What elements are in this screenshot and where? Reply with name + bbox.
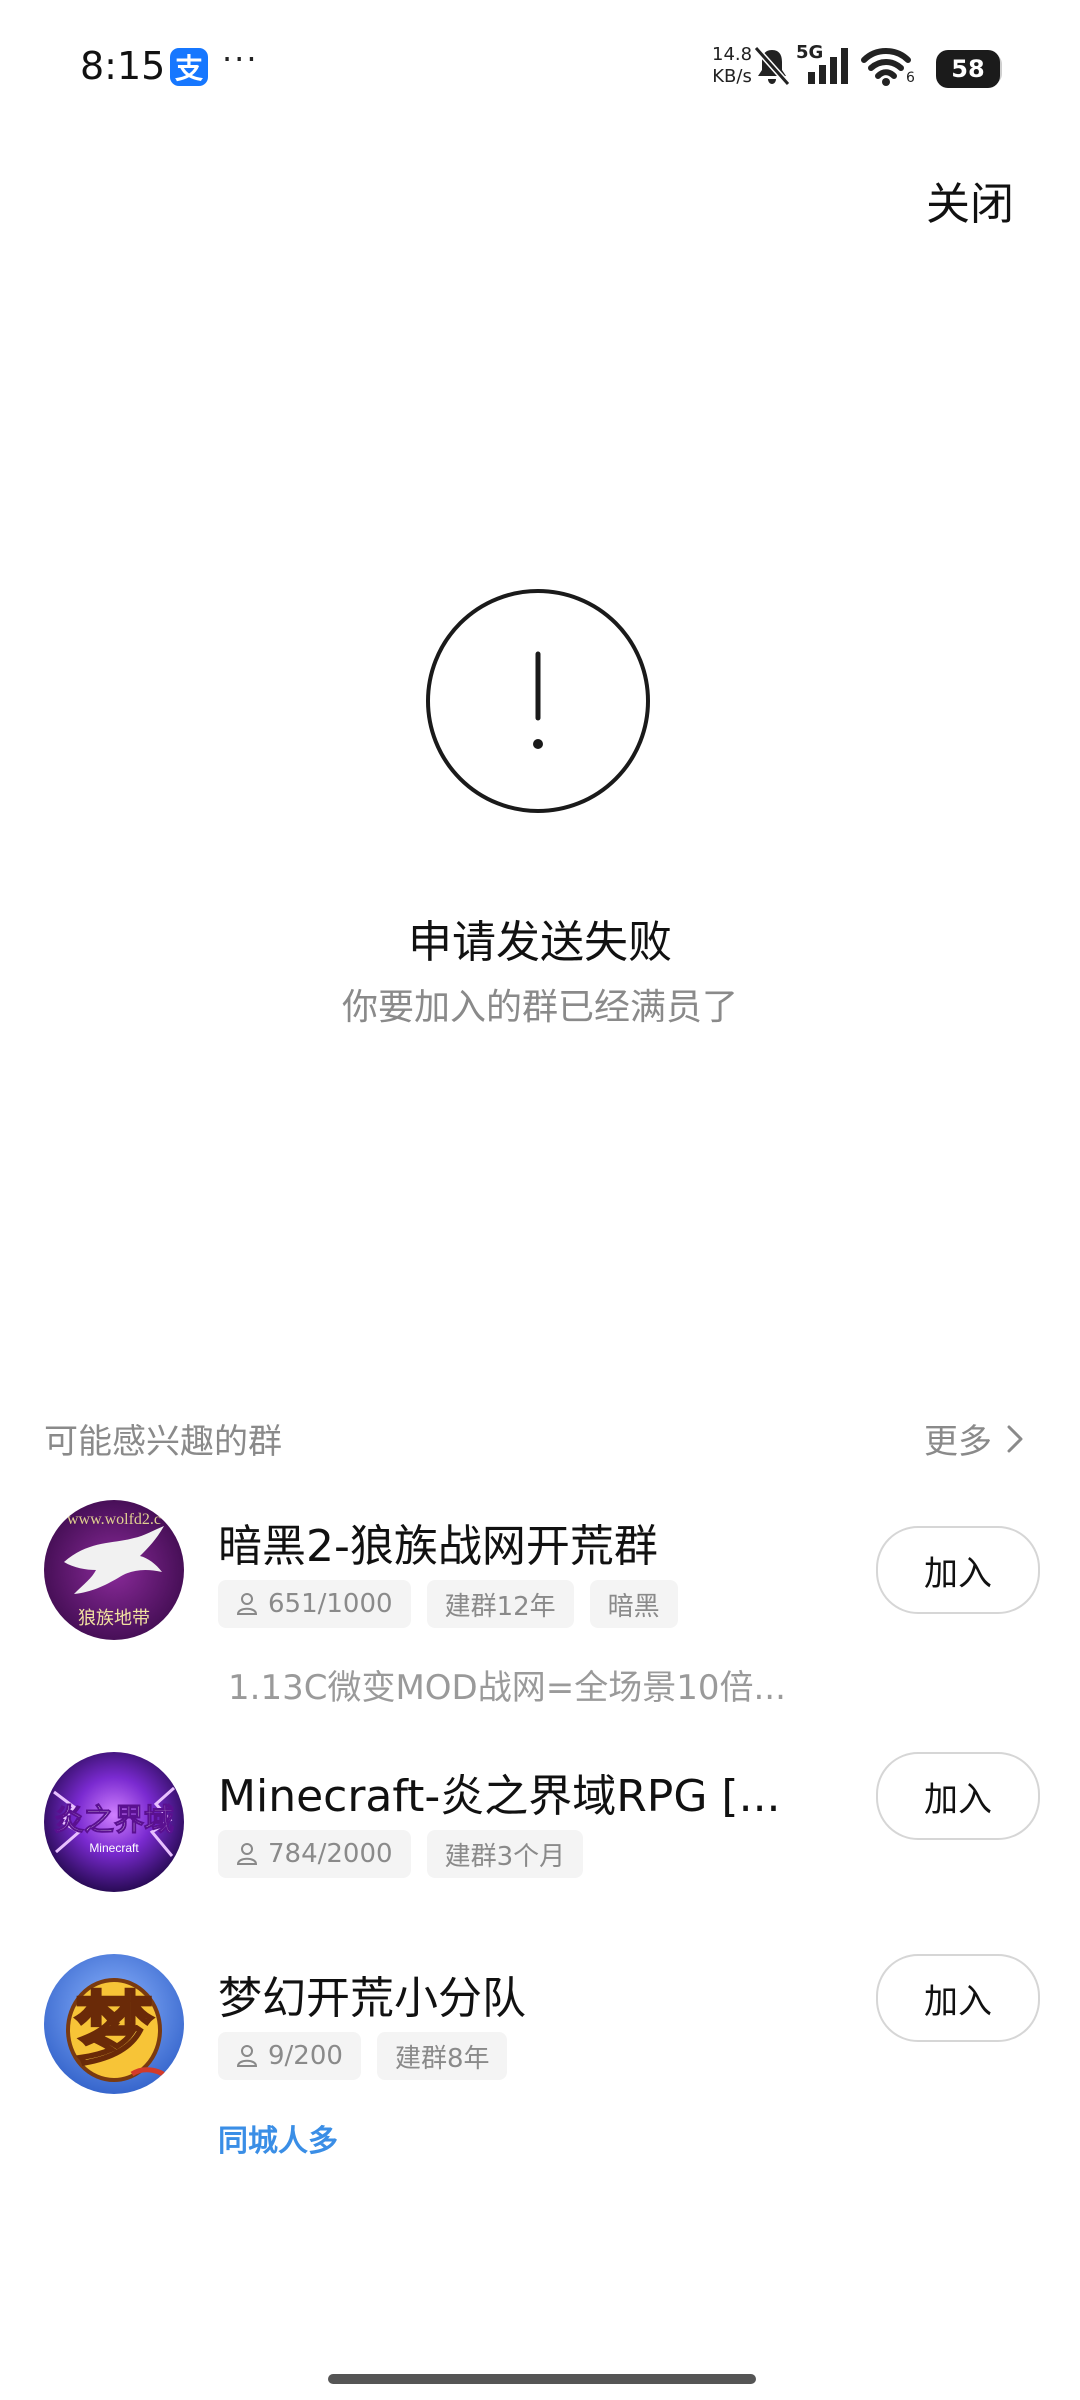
avatar-title-text: 梦 [75, 1985, 153, 2075]
group-item[interactable]: 梦 梦幻开荒小分队 9/200 建群8年 同城人多 加入 [0, 1954, 1080, 2174]
wifi-level-label: 6 [906, 70, 915, 86]
group-age-tag: 建群8年 [376, 2032, 508, 2080]
person-icon [236, 2045, 258, 2067]
group-avatar: www.wolfd2.c 狼族地带 [44, 1500, 184, 1640]
member-count-tag: 651/1000 [218, 1580, 411, 1628]
group-avatar: 梦 [44, 1954, 184, 2094]
group-category-tag: 暗黑 [589, 1580, 678, 1628]
group-avatar: 炎之界域 Minecraft [44, 1752, 184, 1892]
same-city-label: 同城人多 [218, 2124, 338, 2159]
join-button[interactable]: 加入 [876, 1954, 1040, 2042]
chevron-right-icon [1007, 1425, 1023, 1452]
wifi-icon [861, 48, 911, 86]
status-time: 8:15 [80, 44, 166, 88]
mute-bell-icon [753, 46, 791, 86]
recommend-section-title: 可能感兴趣的群 [44, 1422, 282, 1462]
join-button[interactable]: 加入 [876, 1526, 1040, 1614]
group-tags: 651/1000 建群12年 暗黑 [218, 1580, 678, 1628]
screen: 8:15 支 ··· 14.8 KB/s 5G 6 58 关闭 申请发送失败 你… [0, 0, 1080, 2400]
group-item[interactable]: 炎之界域 Minecraft Minecraft-炎之界域RPG [... 78… [0, 1752, 1080, 1902]
member-count: 784/2000 [268, 1839, 393, 1869]
status-bar: 8:15 支 ··· 14.8 KB/s 5G 6 58 [0, 0, 1080, 140]
alipay-icon: 支 [170, 48, 208, 86]
failure-title: 申请发送失败 [408, 917, 672, 968]
group-age-tag: 建群3个月 [426, 1830, 584, 1878]
member-count: 9/200 [268, 2041, 343, 2071]
home-indicator[interactable] [328, 2374, 756, 2384]
cellular-signal-icon [808, 48, 848, 84]
member-count-tag: 784/2000 [218, 1830, 411, 1878]
avatar-url-text: www.wolfd2.c [67, 1511, 161, 1528]
member-count: 651/1000 [268, 1589, 393, 1619]
group-age-tag: 建群12年 [426, 1580, 574, 1628]
join-button[interactable]: 加入 [876, 1752, 1040, 1840]
more-groups-link[interactable]: 更多 [924, 1414, 1024, 1463]
group-name: 梦幻开荒小分队 [218, 1973, 526, 2024]
avatar-subtitle-text: Minecraft [89, 1841, 139, 1855]
group-name: Minecraft-炎之界域RPG [... [218, 1771, 781, 1822]
more-notifications-icon: ··· [222, 40, 259, 78]
person-icon [236, 1593, 258, 1615]
avatar-title-text: 炎之界域 [54, 1803, 174, 1838]
group-item[interactable]: www.wolfd2.c 狼族地带 暗黑2-狼族战网开荒群 651/1000 建… [0, 1500, 1080, 1708]
group-name: 暗黑2-狼族战网开荒群 [218, 1521, 658, 1572]
more-groups-label: 更多 [924, 1422, 992, 1462]
member-count-tag: 9/200 [218, 2032, 361, 2080]
close-button[interactable]: 关闭 [926, 168, 1014, 232]
group-description: 1.13C微变MOD战网=全场景10倍... [228, 1668, 786, 1708]
network-speed-unit: KB/s [712, 66, 752, 87]
person-icon [236, 1843, 258, 1865]
battery-icon: 58 [936, 50, 1000, 88]
network-speed-value: 14.8 [712, 44, 753, 65]
group-tags: 9/200 建群8年 [218, 2032, 508, 2080]
avatar-brand-text: 狼族地带 [78, 1608, 150, 1629]
failure-description: 你要加入的群已经满员了 [341, 987, 738, 1028]
network-speed: 14.8 KB/s [712, 44, 752, 88]
group-tags: 784/2000 建群3个月 [218, 1830, 584, 1878]
exclamation-circle-icon [426, 589, 650, 813]
